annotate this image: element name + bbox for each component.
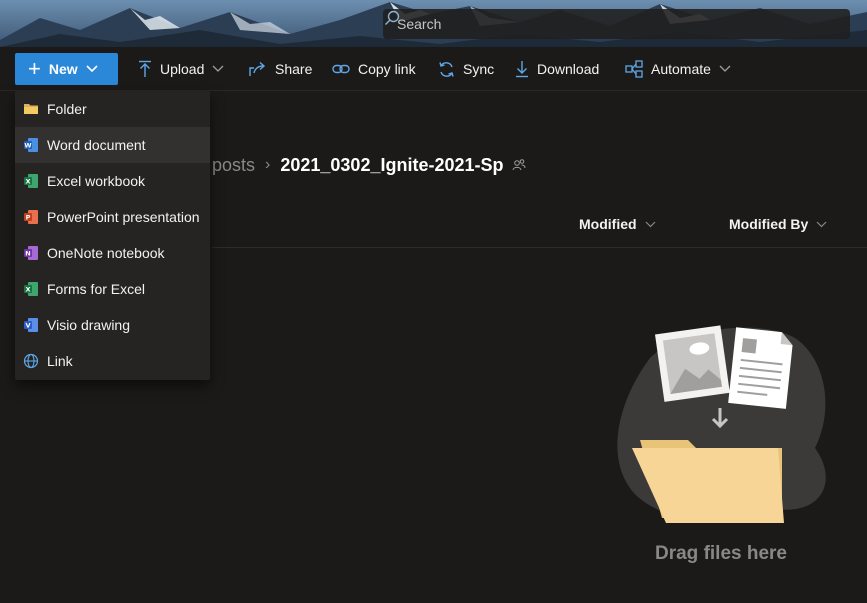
download-icon (516, 61, 528, 78)
automate-label: Automate (651, 61, 711, 77)
menu-item-label: Forms for Excel (47, 281, 146, 297)
plus-icon: + (28, 56, 41, 81)
menu-item-excel-workbook[interactable]: X Excel workbook (15, 163, 210, 199)
chevron-down-icon (816, 221, 827, 227)
menu-item-onenote-notebook[interactable]: N OneNote notebook (15, 235, 210, 271)
share-button[interactable]: Share (249, 59, 312, 79)
menu-item-label: Word document (47, 137, 146, 153)
menu-item-visio-drawing[interactable]: V Visio drawing (15, 307, 210, 343)
svg-text:P: P (26, 214, 31, 222)
breadcrumb-current: 2021_0302_Ignite-2021-Sp (280, 154, 504, 175)
folder-icon (24, 104, 38, 114)
sync-label: Sync (463, 61, 495, 77)
chevron-down-icon (212, 65, 224, 72)
menu-item-label: OneNote notebook (47, 245, 165, 261)
header-banner: Search (0, 0, 867, 47)
svg-text:X: X (25, 178, 30, 186)
svg-text:N: N (25, 250, 30, 258)
new-button[interactable]: + New (15, 53, 118, 85)
download-button[interactable]: Download (515, 59, 599, 79)
globe-icon (23, 353, 39, 369)
menu-item-label: Visio drawing (47, 317, 131, 333)
sync-button[interactable]: Sync (438, 59, 494, 79)
visio-icon: V (24, 318, 38, 332)
copy-link-button[interactable]: Copy link (332, 59, 416, 79)
command-bar: + New Upload Share Copy link Sync Downlo… (0, 47, 867, 91)
word-icon: W (24, 138, 38, 152)
column-modified-by-label: Modified By (729, 216, 809, 232)
share-icon (249, 61, 266, 76)
column-header-modified[interactable]: Modified (579, 216, 656, 232)
empty-folder-illustration (617, 325, 826, 523)
breadcrumb-parent[interactable]: posts (212, 155, 255, 176)
menu-item-label: Excel workbook (47, 173, 146, 189)
link-icon (332, 64, 350, 74)
shared-people-icon[interactable] (512, 158, 526, 172)
menu-item-label: Link (47, 353, 73, 369)
forms-excel-icon: X (24, 282, 38, 296)
menu-item-forms-for-excel[interactable]: X Forms for Excel (15, 271, 210, 307)
new-dropdown-menu: Folder W Word document X Excel workbook … (15, 91, 210, 380)
download-label: Download (537, 61, 600, 77)
breadcrumb: posts › 2021_0302_Ignite-2021-Sp (212, 152, 526, 178)
menu-item-label: PowerPoint presentation (47, 209, 200, 225)
column-divider (212, 247, 867, 248)
column-modified-label: Modified (579, 216, 637, 232)
menu-item-folder[interactable]: Folder (15, 91, 210, 127)
search-icon (385, 10, 400, 25)
automate-icon (625, 60, 643, 78)
powerpoint-icon: P (24, 210, 38, 224)
sync-icon (439, 61, 454, 77)
chevron-down-icon (719, 65, 731, 72)
menu-item-word-document[interactable]: W Word document (15, 127, 210, 163)
menu-item-label: Folder (47, 101, 87, 117)
upload-button[interactable]: Upload (138, 59, 232, 79)
menu-item-link[interactable]: Link (15, 343, 210, 379)
copy-link-label: Copy link (358, 61, 416, 77)
chevron-down-icon (86, 65, 98, 73)
svg-text:W: W (24, 142, 31, 150)
column-header-modified-by[interactable]: Modified By (729, 216, 827, 232)
onenote-icon: N (24, 246, 38, 260)
breadcrumb-separator: › (265, 156, 271, 173)
svg-text:V: V (25, 322, 30, 330)
chevron-down-icon (645, 221, 655, 227)
search-placeholder: Search (397, 16, 442, 32)
share-label: Share (275, 61, 313, 77)
new-button-label: New (48, 61, 78, 77)
upload-label: Upload (160, 61, 205, 77)
automate-button[interactable]: Automate (625, 59, 739, 79)
search-box[interactable]: Search (383, 9, 850, 39)
upload-icon (139, 60, 151, 77)
menu-item-powerpoint-presentation[interactable]: P PowerPoint presentation (15, 199, 210, 235)
excel-icon: X (24, 174, 38, 188)
empty-state-message: Drag files here (655, 543, 787, 564)
svg-text:X: X (25, 286, 30, 294)
